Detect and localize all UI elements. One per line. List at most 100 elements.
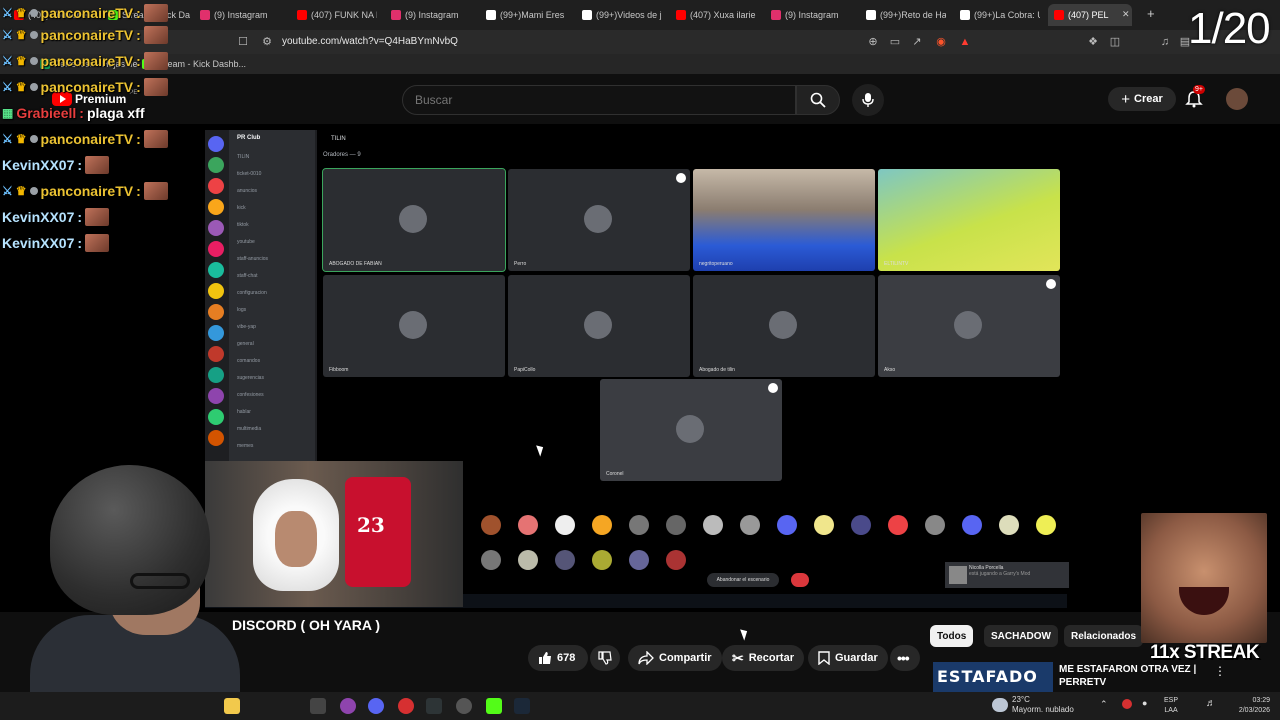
kick-icon[interactable] <box>486 698 502 714</box>
discord-server-icon[interactable] <box>208 304 224 320</box>
leave-stage-button[interactable]: Abandonar el escenario <box>707 573 779 587</box>
speaker-tile[interactable]: Akso <box>878 275 1060 377</box>
discord-server-icon[interactable] <box>208 157 224 173</box>
discord-channel[interactable]: anuncios <box>237 188 257 194</box>
app-icon-2[interactable] <box>340 698 356 714</box>
discord-channel[interactable]: vibe-yap <box>237 324 256 330</box>
speaker-tile[interactable]: negritoperuano <box>693 169 875 271</box>
file-explorer-icon[interactable] <box>224 698 240 714</box>
weather[interactable]: 23°C Mayorm. nublado <box>1012 695 1074 715</box>
browser-tab[interactable]: (407) FUNK NA M <box>297 6 377 24</box>
discord-server-icon[interactable] <box>208 283 224 299</box>
filter-chip[interactable]: SACHADOW <box>984 625 1058 647</box>
discord-channel[interactable]: logs <box>237 307 246 313</box>
search-button[interactable] <box>796 85 840 115</box>
brave-shield-icon[interactable]: ◉ <box>934 35 948 49</box>
audience-avatar[interactable] <box>703 515 723 535</box>
browser-tab[interactable]: (99+)Mami Eres I <box>486 6 566 24</box>
audience-avatar[interactable] <box>481 515 501 535</box>
dislike-button[interactable] <box>590 645 620 671</box>
discord-channel[interactable]: multimedia <box>237 426 261 432</box>
account-avatar[interactable] <box>1226 88 1248 110</box>
browser-tab[interactable]: (99+)Videos de j <box>582 6 662 24</box>
url-text[interactable]: youtube.com/watch?v=Q4HaBYmNvbQ <box>282 36 458 47</box>
discord-server-icon[interactable] <box>208 346 224 362</box>
audience-avatar[interactable] <box>666 550 686 570</box>
bookmark-icon[interactable]: ☐ <box>236 35 250 49</box>
filter-chip[interactable]: Todos <box>930 625 974 647</box>
recommended-menu-icon[interactable]: ⋮ <box>1214 664 1226 678</box>
discord-server-icon[interactable] <box>208 220 224 236</box>
discord-server-icon[interactable] <box>208 199 224 215</box>
discord-channel[interactable]: comandos <box>237 358 260 364</box>
audience-avatar[interactable] <box>888 515 908 535</box>
discord-taskbar-icon[interactable] <box>368 698 384 714</box>
discord-channel[interactable]: general <box>237 341 254 347</box>
app-icon-3[interactable] <box>426 698 442 714</box>
discord-channel[interactable]: staff-chat <box>237 273 257 279</box>
pin-icon[interactable] <box>676 173 686 183</box>
audience-avatar[interactable] <box>629 550 649 570</box>
discord-server-icon[interactable] <box>208 325 224 341</box>
audience-avatar[interactable] <box>481 550 501 570</box>
chrome-icon[interactable] <box>456 698 472 714</box>
speaker-tile[interactable]: PapiCollo <box>508 275 690 377</box>
speaker-tile[interactable]: Perro <box>508 169 690 271</box>
voice-search-button[interactable] <box>852 84 884 116</box>
audience-avatar[interactable] <box>666 515 686 535</box>
discord-channel[interactable]: confesiones <box>237 392 264 398</box>
site-settings-icon[interactable]: ⚙ <box>260 35 274 49</box>
audience-avatar[interactable] <box>999 515 1019 535</box>
audience-avatar[interactable] <box>962 515 982 535</box>
browser-tab[interactable]: (9) Instagram <box>200 6 280 24</box>
audience-avatar[interactable] <box>925 515 945 535</box>
pin-icon[interactable] <box>1046 279 1056 289</box>
audience-avatar[interactable] <box>518 550 538 570</box>
audience-avatar[interactable] <box>1036 515 1056 535</box>
create-button[interactable]: + Crear <box>1108 87 1176 111</box>
speaker-tile[interactable]: Fibboom <box>323 275 505 377</box>
discord-channel[interactable]: kick <box>237 205 246 211</box>
discord-channel[interactable]: configuracion <box>237 290 267 296</box>
puzzle-icon[interactable]: ◫ <box>1108 35 1122 49</box>
discord-server-icon[interactable] <box>208 241 224 257</box>
recommended-thumbnail[interactable]: ESTAFADO <box>933 662 1053 692</box>
more-actions-button[interactable]: ••• <box>890 645 920 671</box>
cast-icon[interactable]: ▭ <box>888 35 902 49</box>
tray-chevron-icon[interactable]: ⌃ <box>1100 699 1108 710</box>
close-tab-icon[interactable]: ✕ <box>1122 9 1130 20</box>
browser-tab[interactable]: (407) Xuxa ilarie <box>676 6 756 24</box>
audience-avatar[interactable] <box>592 515 612 535</box>
audience-avatar[interactable] <box>814 515 834 535</box>
audience-avatar[interactable] <box>518 515 538 535</box>
browser-tab[interactable]: (407) PEL <box>1048 4 1132 26</box>
volume-icon[interactable]: ♬ <box>1206 698 1216 709</box>
discord-channel[interactable]: hablar <box>237 409 251 415</box>
speaker-tile[interactable]: ABOGADO DE FABIAN <box>322 168 506 272</box>
audience-avatar[interactable] <box>777 515 797 535</box>
browser-tab[interactable]: (99+)Reto de Ha <box>866 6 946 24</box>
discord-server-icon[interactable] <box>208 136 224 152</box>
rewards-icon[interactable]: ▲ <box>958 35 972 49</box>
steam-icon[interactable] <box>514 698 530 714</box>
audience-avatar[interactable] <box>555 515 575 535</box>
discord-channel[interactable]: TILIN <box>237 154 249 160</box>
discord-channel[interactable]: sugerencias <box>237 375 264 381</box>
discord-channel[interactable]: tiktok <box>237 222 249 228</box>
discord-server-icon[interactable] <box>208 430 224 446</box>
share-button[interactable]: Compartir <box>628 645 722 671</box>
discord-server-icon[interactable] <box>208 262 224 278</box>
browser-tab[interactable]: (99+)La Cobra: U <box>960 6 1040 24</box>
browser-tab[interactable]: (9) Instagram <box>771 6 851 24</box>
microphone-tray-icon[interactable]: ● <box>1142 698 1147 708</box>
audience-avatar[interactable] <box>740 515 760 535</box>
discord-server-icon[interactable] <box>208 409 224 425</box>
new-tab-icon[interactable]: + <box>1147 6 1155 21</box>
language-indicator[interactable]: ESP LAA <box>1164 696 1178 716</box>
extensions-icon[interactable]: ❖ <box>1086 35 1100 49</box>
speaker-tile[interactable]: Coronel <box>600 379 782 481</box>
music-icon[interactable]: ♫ <box>1158 35 1172 49</box>
pin-icon[interactable] <box>768 383 778 393</box>
zoom-icon[interactable]: ⊕ <box>866 35 880 49</box>
audience-avatar[interactable] <box>555 550 575 570</box>
